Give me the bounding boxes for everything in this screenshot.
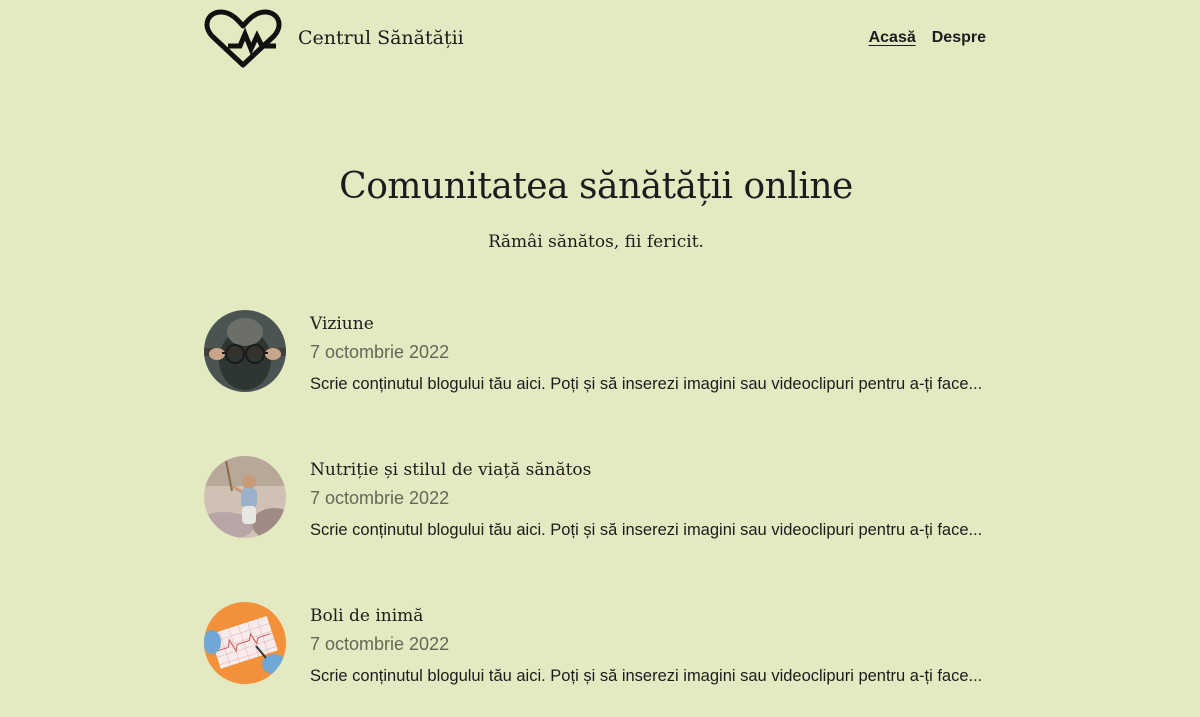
- post-item: Boli de inimă 7 octombrie 2022 Scrie con…: [204, 602, 986, 717]
- page-subtitle: Rămâi sănătos, fii fericit.: [488, 232, 704, 252]
- glasses-photo-image: [204, 310, 286, 392]
- site-header: Centrul Sănătății Acasă Despre: [204, 8, 986, 72]
- nav-item-about[interactable]: Despre: [932, 29, 986, 47]
- post-date: 7 octombrie 2022: [310, 488, 450, 508]
- nav-item-home[interactable]: Acasă: [869, 29, 916, 47]
- post-thumbnail[interactable]: [204, 602, 286, 684]
- post-date: 7 octombrie 2022: [310, 342, 450, 362]
- post-thumbnail[interactable]: [204, 310, 286, 392]
- main-nav: Acasă Despre: [869, 29, 986, 47]
- post-thumbnail[interactable]: [204, 456, 286, 538]
- post-body: Viziune 7 octombrie 2022 Scrie conținutu…: [310, 310, 1000, 397]
- child-photo-image: [204, 456, 286, 538]
- post-excerpt: Scrie conținutul blogului tău aici. Poți…: [310, 521, 983, 539]
- page: Centrul Sănătății Acasă Despre Comunitat…: [0, 0, 1200, 717]
- post-excerpt: Scrie conținutul blogului tău aici. Poți…: [310, 667, 983, 685]
- post-excerpt: Scrie conținutul blogului tău aici. Poți…: [310, 375, 983, 393]
- post-body: Nutriție și stilul de viață sănătos 7 oc…: [310, 456, 1000, 543]
- post-title[interactable]: Nutriție și stilul de viață sănătos: [310, 460, 1000, 484]
- post-title[interactable]: Boli de inimă: [310, 606, 1000, 630]
- post-item: Viziune 7 octombrie 2022 Scrie conținutu…: [204, 310, 986, 440]
- post-body: Boli de inimă 7 octombrie 2022 Scrie con…: [310, 602, 1000, 689]
- post-title[interactable]: Viziune: [310, 314, 1000, 338]
- ecg-photo-image: [204, 602, 286, 684]
- heart-pulse-icon: [204, 9, 282, 68]
- page-title: Comunitatea sănătății online: [339, 166, 853, 207]
- post-item: Nutriție și stilul de viață sănătos 7 oc…: [204, 456, 986, 586]
- site-title[interactable]: Centrul Sănătății: [298, 27, 464, 49]
- post-date: 7 octombrie 2022: [310, 634, 450, 654]
